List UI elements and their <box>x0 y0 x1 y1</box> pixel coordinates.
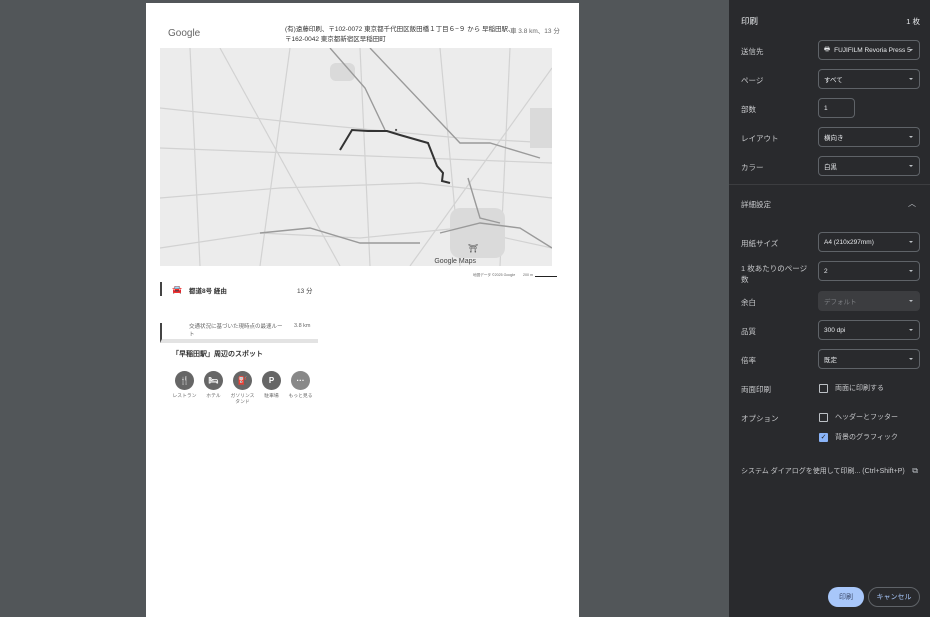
route-map: ■ ⛩ Google Maps <box>160 48 552 266</box>
map-scale-label: 200 m <box>523 273 533 277</box>
spot-parking: P 駐車場 <box>257 371 286 406</box>
paper-size-value: A4 (210x297mm) <box>824 238 874 246</box>
background-graphics-checkbox[interactable]: ✓ <box>819 433 828 442</box>
google-logo: Google <box>168 28 201 39</box>
margins-select: デフォルト <box>818 291 920 311</box>
route-option: 🚘 都道8号 経由 13 分 <box>160 282 320 296</box>
more-settings-toggle[interactable]: 詳細設定 <box>741 199 921 210</box>
spot-label: ガソリンスタンド <box>230 394 255 405</box>
chevron-up-icon[interactable]: ︿ <box>908 198 916 209</box>
pages-per-sheet-label: 1 枚あたりのページ数 <box>741 264 808 284</box>
chevron-down-icon <box>909 329 913 331</box>
panel-title: 印刷 <box>741 16 759 26</box>
headers-footers-checkbox[interactable] <box>819 413 828 422</box>
pages-value: すべて <box>824 77 843 84</box>
restaurant-icon: 🍴 <box>175 371 194 390</box>
spot-gas-station: ⛽ ガソリンスタンド <box>228 371 257 406</box>
nearby-spots-title: 「早稲田駅」周辺のスポット <box>172 351 263 358</box>
route-time: 13 分 <box>297 288 313 295</box>
quality-value: 300 dpi <box>824 326 846 334</box>
spot-label: もっと見る <box>288 394 313 399</box>
nearby-spots: 🍴 レストラン 🛏 ホテル ⛽ ガソリンスタンド P 駐車場 ··· もっと見る <box>170 371 315 406</box>
margins-value: デフォルト <box>824 299 857 306</box>
destination-value: FUJIFILM Revoria Press 5 <box>834 46 911 54</box>
layout-select[interactable]: 横向き <box>818 127 920 147</box>
scale-select[interactable]: 既定 <box>818 349 920 369</box>
color-select[interactable]: 白黒 <box>818 156 920 176</box>
destination-select[interactable]: 🖶 FUJIFILM Revoria Press 5 <box>818 40 920 60</box>
map-scale-bar <box>535 275 557 277</box>
spot-label: 駐車場 <box>264 394 279 399</box>
spot-label: ホテル <box>206 394 221 399</box>
route-detail: 交通状況に基づいた現時点の最速ルート 3.8 km <box>160 323 318 343</box>
pages-per-sheet-select[interactable]: 2 <box>818 261 920 281</box>
background-graphics-label[interactable]: 背景のグラフィック <box>835 432 898 442</box>
print-button[interactable]: 印刷 <box>828 587 864 607</box>
open-external-icon[interactable]: ⧉ <box>912 466 918 476</box>
scale-value: 既定 <box>824 357 837 364</box>
duplex-label: 両面印刷 <box>741 385 771 394</box>
spot-more: ··· もっと見る <box>286 371 315 406</box>
spot-hotel: 🛏 ホテル <box>199 371 228 406</box>
more-icon: ··· <box>291 371 310 390</box>
google-maps-label: Google Maps <box>434 258 476 265</box>
layout-value: 横向き <box>824 135 844 142</box>
spot-label: レストラン <box>172 394 197 399</box>
divider <box>729 184 930 185</box>
hotel-icon: 🛏 <box>204 371 223 390</box>
chevron-down-icon <box>909 136 913 138</box>
parking-icon: P <box>262 371 281 390</box>
route-description: 交通状況に基づいた現時点の最速ルート <box>189 324 283 338</box>
route-header: (有)遠藤印刷、〒102-0072 東京都千代田区飯田橋１丁目６−９ から 早稲… <box>285 26 515 43</box>
chevron-down-icon <box>909 49 913 51</box>
headers-footers-label[interactable]: ヘッダーとフッター <box>835 412 898 422</box>
preview-page: Google (有)遠藤印刷、〒102-0072 東京都千代田区飯田橋１丁目６−… <box>146 3 579 617</box>
map-attribution: 地図データ ©2025 Google <box>473 273 516 277</box>
system-dialog-link[interactable]: システム ダイアログを使用して印刷... (Ctrl+Shift+P) <box>741 466 905 476</box>
color-value: 白黒 <box>824 164 837 171</box>
paper-size-select[interactable]: A4 (210x297mm) <box>818 232 920 252</box>
route-summary: 車 3.8 km、13 分 <box>510 28 560 35</box>
chevron-down-icon <box>909 241 913 243</box>
map-graphic: ■ ⛩ <box>160 48 552 266</box>
chevron-down-icon <box>909 358 913 360</box>
route-distance: 3.8 km <box>294 323 311 329</box>
chevron-down-icon <box>909 78 913 80</box>
quality-select[interactable]: 300 dpi <box>818 320 920 340</box>
cancel-button[interactable]: キャンセル <box>868 587 920 607</box>
gas-station-icon: ⛽ <box>233 371 252 390</box>
car-icon: 🚘 <box>172 285 182 294</box>
printer-icon: 🖶 <box>824 45 831 53</box>
pages-select[interactable]: すべて <box>818 69 920 89</box>
route-name: 都道8号 経由 <box>189 288 227 295</box>
print-preview: Google (有)遠藤印刷、〒102-0072 東京都千代田区飯田橋１丁目６−… <box>0 0 729 617</box>
copies-input[interactable]: 1 <box>818 98 855 118</box>
chevron-down-icon <box>909 165 913 167</box>
chevron-down-icon <box>909 300 913 302</box>
duplex-option-label[interactable]: 両面に印刷する <box>835 383 884 393</box>
svg-text:⛩: ⛩ <box>468 244 478 253</box>
duplex-checkbox[interactable] <box>819 384 828 393</box>
pages-per-sheet-value: 2 <box>824 267 828 275</box>
spot-restaurant: 🍴 レストラン <box>170 371 199 406</box>
chevron-down-icon <box>909 270 913 272</box>
print-settings-panel: 印刷 1 枚 送信先 🖶 FUJIFILM Revoria Press 5 ページ… <box>729 0 930 617</box>
sheet-count: 1 枚 <box>906 17 920 26</box>
